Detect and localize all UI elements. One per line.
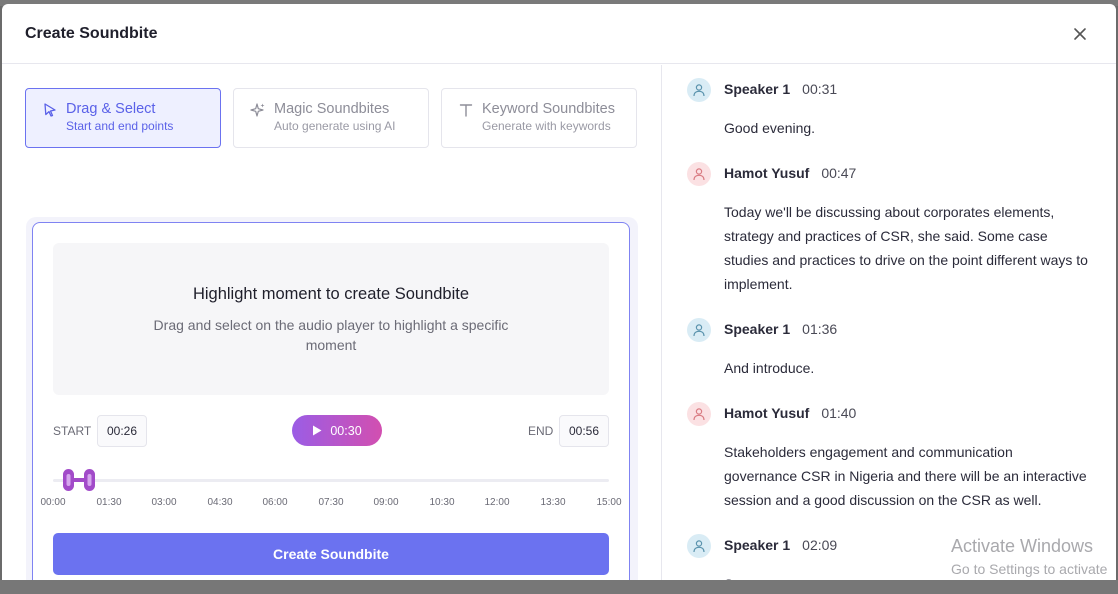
transcript-entry[interactable]: Hamot Yusuf 00:47 Today we'll be discussi… [687, 162, 1097, 302]
timeline-tick: 15:00 [596, 497, 622, 508]
mode-magic-soundbites[interactable]: Magic Soundbites Auto generate using AI [233, 88, 429, 148]
text-icon [459, 104, 473, 117]
speaker-line: Hamot Yusuf 00:47 [724, 165, 856, 181]
avatar [687, 402, 711, 426]
soundbite-editor-panel: Drag & Select Start and end points Magic… [2, 65, 662, 580]
timeline-tick: 13:30 [540, 497, 566, 508]
mode-subtitle: Auto generate using AI [274, 119, 396, 133]
highlight-hint-box: Highlight moment to create Soundbite Dra… [53, 243, 609, 395]
mode-title: Keyword Soundbites [482, 101, 615, 117]
transcript-entry[interactable]: Speaker 1 00:31 Good evening. [687, 78, 1097, 148]
speaker-name: Speaker 1 [724, 537, 791, 553]
end-label: END [528, 424, 554, 438]
timeline-tick: 07:30 [318, 497, 344, 508]
transcript-entry[interactable]: Speaker 1 01:36 And introduce. [687, 318, 1097, 388]
mode-subtitle: Start and end points [66, 119, 174, 133]
selection-handle[interactable] [63, 468, 95, 492]
timestamp[interactable]: 01:36 [802, 321, 837, 337]
transcript-panel: Speaker 1 00:31 Good evening. Hamot Yusuf… [663, 65, 1116, 580]
modal-header: Create Soundbite [2, 4, 1116, 64]
start-label: START [53, 424, 92, 438]
page-backdrop-bottom [0, 580, 1118, 594]
speaker-name: Speaker 1 [724, 321, 791, 337]
speaker-line: Speaker 1 00:31 [724, 81, 837, 97]
transcript-text: Stakeholders engagement and communicatio… [724, 444, 1087, 508]
create-soundbite-button[interactable]: Create Soundbite [53, 533, 609, 575]
mode-drag-select[interactable]: Drag & Select Start and end points [25, 88, 221, 148]
timeline-tick: 04:30 [207, 497, 233, 508]
sparkle-icon [250, 103, 265, 117]
mode-keyword-soundbites[interactable]: Keyword Soundbites Generate with keyword… [441, 88, 637, 148]
play-time: 00:30 [330, 423, 362, 438]
avatar [687, 534, 711, 558]
close-icon[interactable] [1070, 24, 1090, 44]
user-icon [693, 540, 705, 553]
speaker-name: Hamot Yusuf [724, 165, 810, 181]
user-icon [693, 324, 705, 337]
transcript-text: And introduce. [724, 360, 815, 376]
windows-activation-watermark: Activate Windows [951, 536, 1094, 556]
mode-subtitle: Generate with keywords [482, 119, 611, 133]
user-icon [693, 84, 705, 97]
timestamp[interactable]: 00:31 [802, 81, 837, 97]
transcript-entry[interactable]: Hamot Yusuf 01:40 Stakeholders engagement… [687, 402, 1097, 522]
timeline-tick: 01:30 [96, 497, 122, 508]
play-icon [313, 425, 322, 436]
user-icon [693, 408, 705, 421]
mode-title: Drag & Select [66, 101, 156, 117]
speaker-line: Hamot Yusuf 01:40 [724, 405, 856, 421]
timeline-tick: 00:00 [40, 497, 66, 508]
avatar [687, 162, 711, 186]
timestamp[interactable]: 02:09 [802, 537, 837, 553]
hint-text: Drag and select on the audio player to h… [153, 317, 509, 353]
timeline-tick: 10:30 [429, 497, 455, 508]
avatar [687, 78, 711, 102]
timestamp[interactable]: 00:47 [821, 165, 856, 181]
speaker-line: Speaker 1 01:36 [724, 321, 837, 337]
create-soundbite-modal: Create Soundbite Drag & Select Start and… [2, 4, 1116, 580]
start-time-field[interactable]: 00:26 [97, 415, 147, 447]
transcript-text: Good evening. [724, 120, 816, 136]
speaker-name: Speaker 1 [724, 81, 791, 97]
player-card: Highlight moment to create Soundbite Dra… [32, 222, 630, 580]
timeline-tick: 12:00 [484, 497, 510, 508]
transcript-text: Today we'll be discussing about corporat… [724, 204, 1088, 292]
speaker-line: Speaker 1 02:09 [724, 537, 837, 553]
cursor-icon [44, 103, 56, 117]
timeline-tick: 03:00 [151, 497, 177, 508]
speaker-name: Hamot Yusuf [724, 405, 810, 421]
avatar [687, 318, 711, 342]
play-button[interactable]: 00:30 [292, 415, 382, 446]
audio-timeline-track[interactable] [53, 479, 609, 482]
end-time-field[interactable]: 00:56 [559, 415, 609, 447]
timeline-tick: 06:00 [262, 497, 288, 508]
timeline-tick: 09:00 [373, 497, 399, 508]
mode-title: Magic Soundbites [274, 101, 390, 117]
hint-title: Highlight moment to create Soundbite [192, 285, 470, 303]
timestamp[interactable]: 01:40 [821, 405, 856, 421]
user-icon [693, 168, 705, 181]
windows-activation-hint: Go to Settings to activate [951, 561, 1108, 577]
modal-title: Create Soundbite [25, 24, 158, 42]
